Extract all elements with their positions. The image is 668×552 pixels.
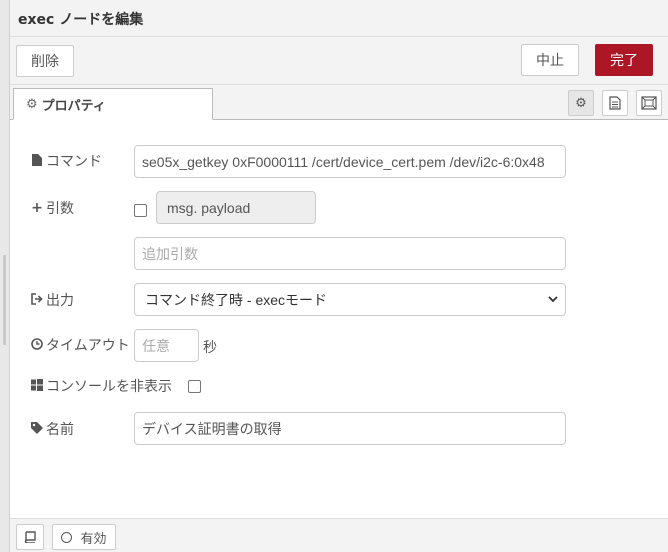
timeout-label-text: タイムアウト bbox=[46, 338, 130, 354]
command-label: コマンド bbox=[30, 151, 102, 171]
payload-field: msg. payload bbox=[156, 191, 316, 224]
tab-properties-label: プロパティ bbox=[41, 98, 106, 114]
toggle-circle-icon bbox=[61, 531, 73, 543]
clock-icon bbox=[30, 337, 44, 353]
settings-tab-button[interactable]: ⚙ bbox=[568, 90, 594, 116]
windows-icon bbox=[30, 378, 44, 394]
timeout-placeholder: 任意 bbox=[142, 337, 170, 354]
done-button[interactable]: 完了 bbox=[595, 44, 653, 76]
timeout-unit: 秒 bbox=[203, 340, 217, 356]
tab-properties[interactable]: ⚙ プロパティ bbox=[13, 88, 213, 120]
properties-form: コマンド se05x_getkey 0xF0000111 /cert/devic… bbox=[10, 120, 668, 518]
extra-args-placeholder: 追加引数 bbox=[142, 245, 198, 262]
gear-icon: ⚙ bbox=[575, 95, 587, 111]
description-tab-button[interactable] bbox=[602, 90, 628, 116]
plus-icon: + bbox=[31, 200, 43, 216]
tab-bar: ⚙ プロパティ ⚙ bbox=[10, 85, 668, 120]
hide-console-label: コンソールを非表示 bbox=[30, 376, 172, 396]
enable-label: 有効 bbox=[80, 531, 107, 547]
timeout-input[interactable]: 任意 bbox=[134, 329, 199, 362]
dialog-title: exec ノードを編集 bbox=[18, 12, 144, 28]
chevron-down-icon bbox=[548, 296, 558, 303]
name-label: 名前 bbox=[30, 419, 74, 439]
append-payload-checkbox[interactable] bbox=[134, 204, 147, 217]
timeout-label: タイムアウト bbox=[30, 335, 130, 355]
file-icon bbox=[30, 153, 44, 169]
frame-icon bbox=[641, 96, 657, 110]
output-mode-value: コマンド終了時 - execモード bbox=[145, 291, 328, 308]
enable-toggle[interactable]: 有効 bbox=[52, 524, 116, 550]
output-label-text: 出力 bbox=[46, 293, 74, 309]
hide-console-checkbox[interactable] bbox=[188, 380, 201, 393]
dialog-footer: 有効 bbox=[10, 518, 668, 552]
delete-button[interactable]: 削除 bbox=[16, 45, 74, 77]
edit-dialog: exec ノードを編集 削除 中止 完了 ⚙ プロパティ ⚙ コマンド se05… bbox=[10, 0, 668, 552]
gear-icon: ⚙ bbox=[26, 96, 38, 112]
output-label: 出力 bbox=[30, 290, 74, 310]
command-input[interactable]: se05x_getkey 0xF0000111 /cert/device_cer… bbox=[134, 145, 566, 178]
tag-icon bbox=[30, 421, 44, 437]
book-icon bbox=[24, 531, 36, 543]
appearance-tab-button[interactable] bbox=[636, 90, 662, 116]
editor-edge bbox=[0, 0, 10, 552]
document-icon bbox=[609, 96, 621, 110]
help-button[interactable] bbox=[16, 524, 44, 550]
output-mode-select[interactable]: コマンド終了時 - execモード bbox=[134, 283, 566, 316]
args-label: + 引数 bbox=[30, 198, 74, 218]
extra-args-input[interactable]: 追加引数 bbox=[134, 237, 566, 270]
command-label-text: コマンド bbox=[46, 154, 102, 170]
args-label-text: 引数 bbox=[46, 201, 74, 217]
name-input[interactable]: デバイス証明書の取得 bbox=[134, 412, 566, 445]
resize-handle[interactable] bbox=[3, 255, 6, 345]
sign-out-icon bbox=[30, 292, 44, 308]
cancel-button[interactable]: 中止 bbox=[521, 44, 579, 76]
dialog-toolbar: 削除 中止 完了 bbox=[10, 37, 668, 85]
name-label-text: 名前 bbox=[46, 422, 74, 438]
dialog-title-bar: exec ノードを編集 bbox=[10, 0, 668, 37]
hide-console-label-text: コンソールを非表示 bbox=[46, 379, 172, 395]
